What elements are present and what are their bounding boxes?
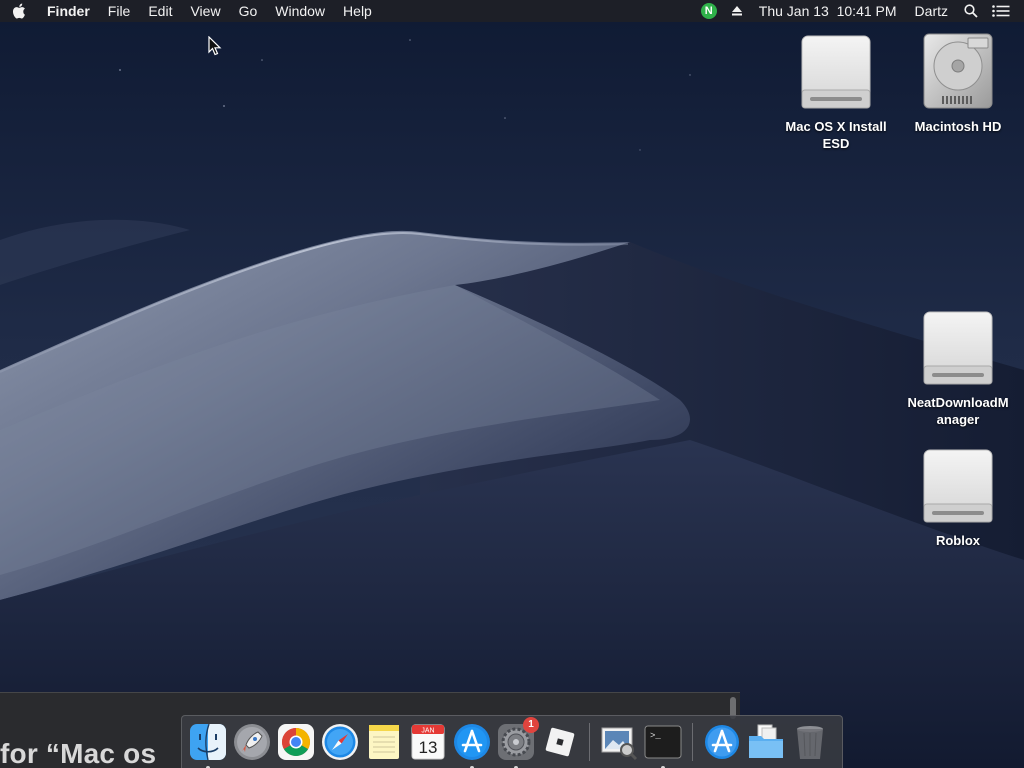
- nd-badge-letter: N: [700, 3, 717, 19]
- desktop-icon-label: Mac OS X Install ESD: [785, 119, 887, 151]
- external-drive-icon: [801, 35, 871, 109]
- background-window-text: for “Mac os: [0, 738, 157, 768]
- roblox-icon: [545, 727, 575, 757]
- preview-icon: [601, 727, 638, 761]
- dock-launchpad[interactable]: [232, 722, 272, 762]
- desktop-icon-label: Macintosh HD: [914, 119, 1002, 134]
- dock-terminal[interactable]: >_: [643, 722, 683, 768]
- menu-help[interactable]: Help: [334, 0, 381, 22]
- dock-chrome[interactable]: [276, 722, 316, 762]
- documents-folder-icon: [749, 724, 783, 758]
- spotlight-search-icon[interactable]: [957, 0, 985, 22]
- desktop-icon-label: Roblox: [935, 533, 981, 548]
- hard-drive-icon: [923, 33, 993, 109]
- dock-system-preferences[interactable]: 1: [496, 717, 539, 768]
- dock-documents-folder[interactable]: [746, 722, 786, 762]
- dock-calendar[interactable]: JAN 13: [408, 722, 448, 762]
- eject-icon[interactable]: [724, 0, 750, 22]
- desktop-icon-label: NeatDownloadManager: [907, 395, 1009, 427]
- dock-separator: [589, 723, 590, 761]
- chrome-icon: [278, 724, 314, 760]
- terminal-prompt: >_: [650, 731, 661, 741]
- external-drive-icon: [923, 449, 993, 523]
- menu-go[interactable]: Go: [230, 0, 267, 22]
- menu-edit[interactable]: Edit: [139, 0, 181, 22]
- external-drive-icon: [923, 311, 993, 385]
- calendar-icon: JAN 13: [411, 724, 445, 760]
- menu-file[interactable]: File: [99, 0, 140, 22]
- finder-icon: [190, 723, 226, 761]
- dock: JAN 13 1 >_: [181, 715, 843, 768]
- launchpad-icon: [234, 724, 270, 760]
- desktop-icon-neatdownloadmanager[interactable]: NeatDownloadManager: [898, 308, 1018, 428]
- menu-clock[interactable]: Thu Jan 13 10:41 PM: [750, 0, 906, 22]
- applications-folder-icon: [705, 725, 739, 759]
- dock-trash[interactable]: [790, 722, 830, 762]
- desktop-icon-roblox[interactable]: Roblox: [898, 446, 1018, 549]
- menu-app-name[interactable]: Finder: [38, 0, 99, 22]
- menu-view[interactable]: View: [181, 0, 229, 22]
- dock-applications-folder[interactable]: [702, 722, 742, 762]
- dock-safari[interactable]: [320, 722, 360, 762]
- terminal-icon: >_: [644, 725, 682, 759]
- dock-roblox[interactable]: [540, 722, 580, 762]
- trash-icon: [797, 726, 823, 759]
- safari-icon: [322, 724, 358, 760]
- desktop-icon-install-esd[interactable]: Mac OS X Install ESD: [776, 32, 896, 152]
- dock-finder[interactable]: [188, 722, 228, 768]
- desktop: Finder File Edit View Go Window Help N T…: [0, 0, 1024, 768]
- notification-center-icon[interactable]: [985, 0, 1024, 22]
- calendar-month: JAN: [421, 728, 434, 735]
- menu-user-name[interactable]: Dartz: [906, 0, 957, 22]
- app-store-icon: [454, 724, 490, 760]
- neat-download-manager-icon[interactable]: N: [694, 0, 724, 22]
- menu-bar: Finder File Edit View Go Window Help N T…: [0, 0, 1024, 22]
- mouse-pointer-icon: [208, 36, 222, 56]
- calendar-day: 13: [419, 738, 438, 757]
- dock-app-store[interactable]: [452, 722, 492, 768]
- desktop-icon-macintosh-hd[interactable]: Macintosh HD: [898, 32, 1018, 135]
- menu-window[interactable]: Window: [266, 0, 334, 22]
- notification-badge: 1: [523, 717, 539, 733]
- dock-separator: [692, 723, 693, 761]
- dock-notes[interactable]: [364, 722, 404, 762]
- dock-preview[interactable]: [599, 722, 639, 762]
- apple-logo-icon[interactable]: [0, 0, 38, 22]
- notes-icon: [369, 725, 399, 759]
